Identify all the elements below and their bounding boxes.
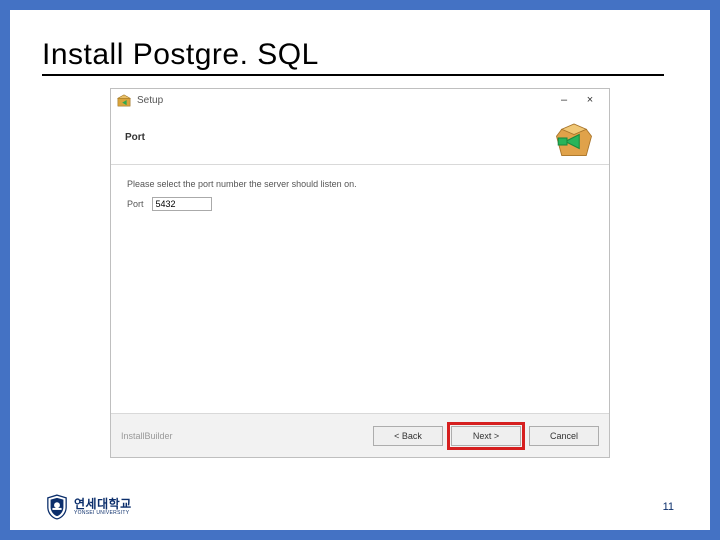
wizard-content: Please select the port number the server… — [111, 165, 609, 413]
university-name-english: YONSEI UNIVERSITY — [74, 510, 132, 516]
installbuilder-label: InstallBuilder — [121, 431, 173, 441]
slide-title: Install Postgre. SQL — [42, 38, 664, 76]
wizard-step-title: Port — [125, 132, 145, 143]
titlebar: Setup – × — [111, 89, 609, 111]
setup-icon — [117, 93, 131, 107]
installer-window: Setup – × Port Please select the port nu… — [110, 88, 610, 458]
port-input[interactable] — [152, 197, 212, 211]
university-name-korean: 연세대학교 — [74, 498, 132, 510]
titlebar-title: Setup — [137, 95, 163, 106]
package-arrow-icon — [553, 117, 595, 159]
shield-icon — [46, 494, 68, 520]
slide-footer: 연세대학교 YONSEI UNIVERSITY 11 — [46, 494, 674, 520]
slide: Install Postgre. SQL Setup – × Port — [10, 10, 710, 530]
port-label: Port — [127, 199, 144, 209]
next-button[interactable]: Next > — [451, 426, 521, 446]
minimize-button[interactable]: – — [551, 91, 577, 109]
university-logo: 연세대학교 YONSEI UNIVERSITY — [46, 494, 132, 520]
port-row: Port — [127, 197, 593, 211]
university-text: 연세대학교 YONSEI UNIVERSITY — [74, 498, 132, 516]
back-button[interactable]: < Back — [373, 426, 443, 446]
close-button[interactable]: × — [577, 91, 603, 109]
wizard-footer: InstallBuilder < Back Next > Cancel — [111, 413, 609, 457]
page-number: 11 — [663, 501, 674, 513]
wizard-header: Port — [111, 111, 609, 165]
cancel-button[interactable]: Cancel — [529, 426, 599, 446]
instruction-text: Please select the port number the server… — [127, 179, 593, 189]
